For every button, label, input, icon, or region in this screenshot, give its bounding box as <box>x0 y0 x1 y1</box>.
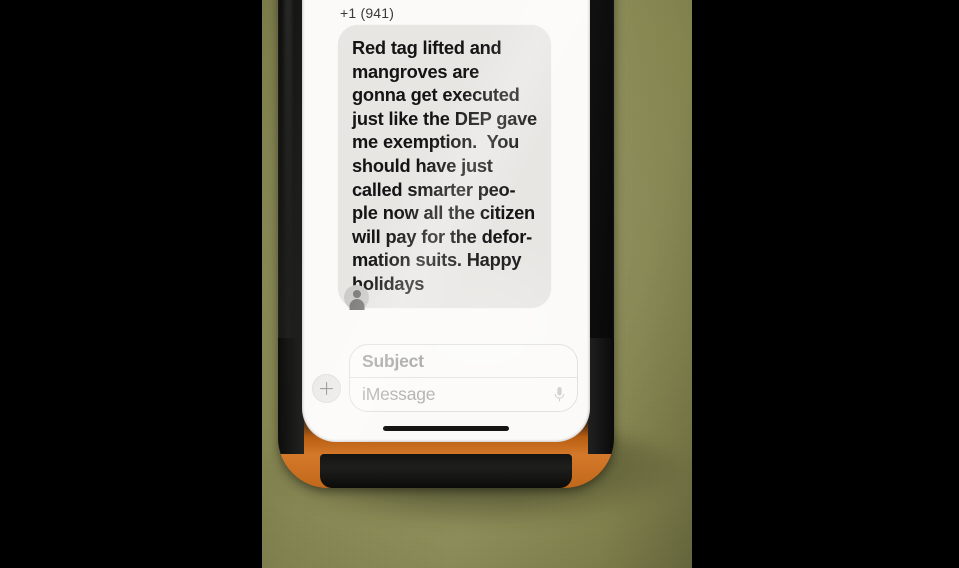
message-line: gonna get executed <box>352 84 520 106</box>
message-line: ple now all the citizen <box>352 202 535 224</box>
message-line: holidays <box>352 272 425 294</box>
message-line: called smarter peo- <box>352 178 516 200</box>
received-message-row: Red tag lifted and mangroves are gonna g… <box>314 25 578 310</box>
message-line: just like the DEP gave <box>352 107 537 129</box>
person-avatar-icon <box>344 284 369 310</box>
message-line: should have just <box>352 154 493 176</box>
subject-placeholder: Subject <box>362 350 424 371</box>
photograph-region: Today 5:29PM +1 (941) Red tag lifted and… <box>262 0 692 568</box>
message-line: will pay for the defor- <box>352 225 532 247</box>
iphone-device: Today 5:29PM +1 (941) Red tag lifted and… <box>278 0 614 488</box>
letterbox-bar-left <box>0 0 262 568</box>
message-line: Red tag lifted and <box>352 37 502 58</box>
avatar-body <box>349 298 364 310</box>
letterbox-bar-right <box>692 0 959 568</box>
message-line: mation suits. Happy <box>352 249 522 271</box>
microphone-icon[interactable] <box>553 386 566 403</box>
plus-icon[interactable] <box>312 374 341 403</box>
phone-screen: Today 5:29PM +1 (941) Red tag lifted and… <box>302 0 590 442</box>
message-line: mangroves are <box>352 60 480 82</box>
photo-frame: Today 5:29PM +1 (941) Red tag lifted and… <box>0 0 959 568</box>
message-line: me exemption. You <box>352 131 520 153</box>
home-indicator-bar[interactable] <box>383 426 509 431</box>
imessage-placeholder: iMessage <box>362 384 436 404</box>
received-message-bubble[interactable]: Red tag lifted and mangroves are gonna g… <box>338 25 551 310</box>
message-thread[interactable]: Today 5:29PM +1 (941) Red tag lifted and… <box>302 0 590 346</box>
message-composer: Subject iMessage <box>302 338 590 412</box>
avatar-head <box>352 289 361 298</box>
sender-phone-number: +1 (941) <box>340 5 395 21</box>
subject-field[interactable]: Subject <box>350 345 577 378</box>
imessage-field[interactable]: iMessage <box>350 378 577 411</box>
case-rail-right <box>588 338 614 454</box>
composer-fields: Subject iMessage <box>349 344 578 412</box>
case-edge-highlight <box>284 0 292 448</box>
case-bottom-bar <box>320 454 572 488</box>
